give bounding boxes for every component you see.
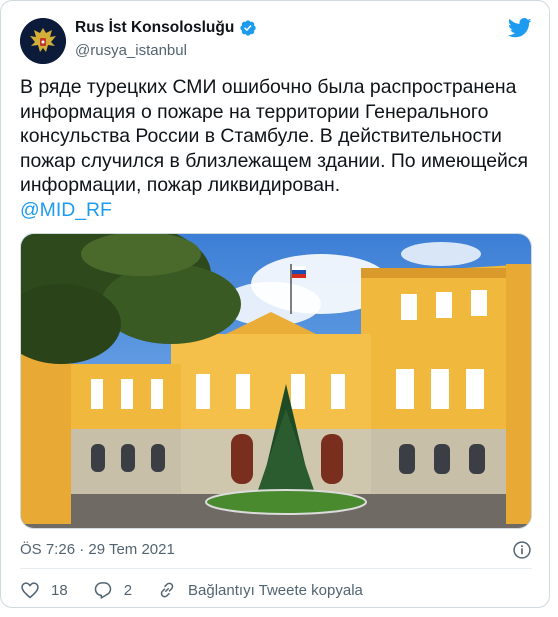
divider: [20, 568, 532, 569]
mention-link[interactable]: @MID_RF: [20, 198, 532, 223]
tweet-text: В ряде турецких СМИ ошибочно была распро…: [20, 76, 528, 196]
info-icon[interactable]: [512, 540, 532, 560]
twitter-bird-icon[interactable]: [508, 18, 532, 38]
consulate-building-image: [21, 234, 531, 528]
like-button[interactable]: 18: [20, 580, 68, 600]
eagle-emblem-icon: [20, 18, 66, 64]
reply-bubble-icon: [94, 582, 111, 599]
copy-link-button[interactable]: Bağlantıyı Tweete kopyala: [157, 580, 363, 600]
tweet-photo[interactable]: [20, 233, 532, 529]
heart-icon: [21, 582, 39, 599]
link-icon: [160, 582, 174, 598]
tweet-text-block: В ряде турецких СМИ ошибочно была распро…: [20, 75, 532, 222]
user-handle[interactable]: @rusya_istanbul: [75, 42, 187, 59]
name-row: Rus İst Konsolosluğu: [75, 19, 257, 37]
display-name[interactable]: Rus İst Konsolosluğu: [75, 19, 234, 37]
like-count: 18: [51, 581, 68, 599]
copy-link-label: Bağlantıyı Tweete kopyala: [188, 581, 363, 599]
verified-badge-icon: [240, 20, 256, 36]
tweet-card: Rus İst Konsolosluğu @rusya_istanbul В р…: [0, 0, 550, 608]
tweet-timestamp[interactable]: ÖS 7:26 · 29 Tem 2021: [20, 541, 175, 558]
avatar[interactable]: [20, 18, 66, 64]
action-bar: 18 2 Bağlantıyı Tweete kopyala: [20, 579, 388, 601]
reply-button[interactable]: 2: [93, 580, 132, 600]
reply-count: 2: [123, 581, 133, 599]
